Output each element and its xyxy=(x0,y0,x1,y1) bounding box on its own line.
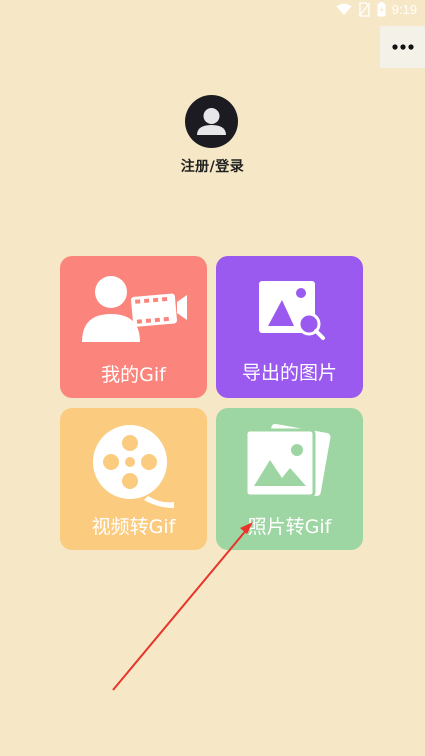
tile-photo-to-gif[interactable]: 照片转Gif xyxy=(216,408,363,550)
photos-icon xyxy=(244,423,331,498)
wifi-icon xyxy=(336,3,352,15)
no-sim-icon xyxy=(358,2,371,17)
avatar[interactable] xyxy=(185,95,238,148)
tile-label: 我的Gif xyxy=(101,364,166,386)
login-register-link[interactable]: 注册/登录 xyxy=(0,156,425,176)
status-time: 9:19 xyxy=(391,2,417,17)
status-icons: 9:19 xyxy=(336,2,417,17)
tile-my-gif[interactable]: 我的Gif xyxy=(60,256,207,398)
tile-label: 导出的图片 xyxy=(241,362,337,384)
status-bar: 9:19 xyxy=(0,0,425,22)
image-search-icon xyxy=(259,281,325,340)
user-avatar-icon xyxy=(197,108,226,135)
tile-label: 照片转Gif xyxy=(247,516,332,538)
more-horizontal-icon xyxy=(391,44,414,50)
more-menu-button[interactable] xyxy=(380,26,425,68)
person-film-icon xyxy=(82,276,187,342)
tile-video-to-gif[interactable]: 视频转Gif xyxy=(60,408,207,550)
film-reel-icon xyxy=(93,425,174,508)
tile-label: 视频转Gif xyxy=(91,516,176,538)
battery-icon xyxy=(377,2,386,17)
tile-exported-images[interactable]: 导出的图片 xyxy=(216,256,363,398)
